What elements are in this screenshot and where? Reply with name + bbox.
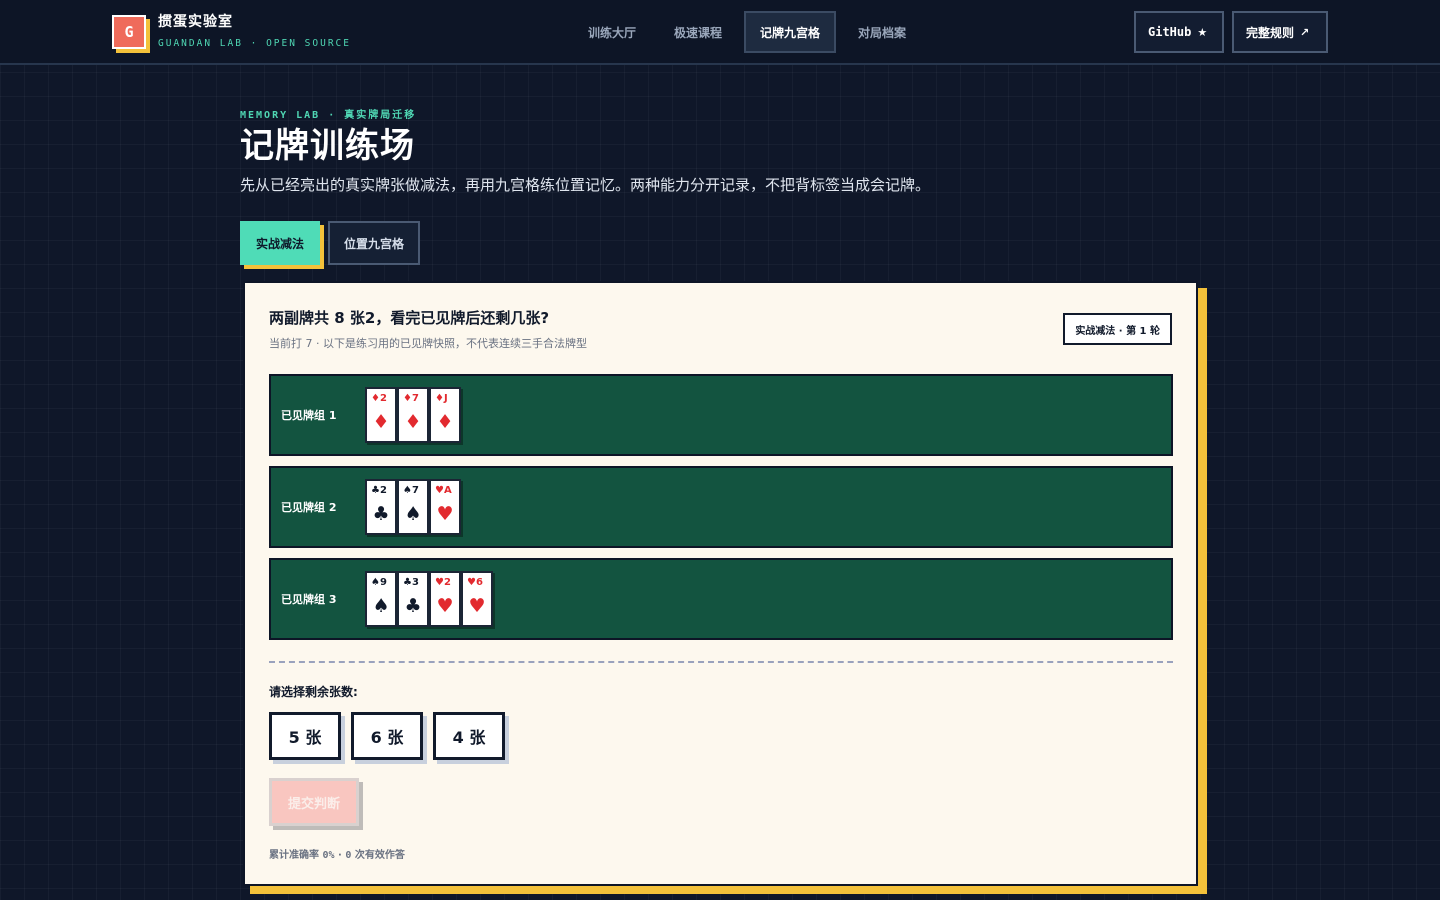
- round-badge: 实战减法 · 第 1 轮: [1063, 313, 1172, 345]
- spade-suit-icon: ♠: [404, 503, 422, 525]
- nav-item-speed-course[interactable]: 极速课程: [658, 11, 738, 53]
- nav-item-memory-grid[interactable]: 记牌九宫格: [744, 11, 837, 53]
- spade-suit-icon: ♠: [372, 595, 390, 617]
- diamond-suit-icon: ♦: [372, 411, 390, 433]
- card-corner: ♠9: [371, 577, 387, 588]
- playing-card: ♣2 ♣: [365, 479, 397, 535]
- brand-subtitle: GUANDAN LAB · OPEN SOURCE: [158, 38, 351, 49]
- playing-card: ♠9 ♠: [365, 571, 397, 627]
- answer-options: 5 张 6 张 4 张: [269, 712, 515, 760]
- club-suit-icon: ♣: [404, 595, 422, 617]
- question-title: 两副牌共 8 张2，看完已见牌后还剩几张?: [269, 309, 550, 327]
- answer-option-button[interactable]: 4 张: [433, 712, 505, 760]
- stats-prefix: 累计准确率: [269, 850, 319, 861]
- nav-item-match-archive[interactable]: 对局档案: [842, 11, 922, 53]
- full-rules-label: 完整规则: [1246, 25, 1295, 40]
- answer-prompt: 请选择剩余张数:: [269, 685, 358, 699]
- card-corner: ♣3: [403, 577, 419, 588]
- accuracy-stats: 累计准确率 0% · 0 次有效作答: [269, 846, 405, 861]
- playing-card: ♥6 ♥: [461, 571, 493, 627]
- question-card: 两副牌共 8 张2，看完已见牌后还剩几张? 当前打 7 · 以下是练习用的已见牌…: [243, 281, 1198, 886]
- card-corner: ♦7: [403, 393, 419, 404]
- card-corner: ♦J: [435, 393, 448, 404]
- seen-card-group-label: 已见牌组 1: [281, 409, 337, 422]
- seen-card-group-label: 已见牌组 3: [281, 593, 337, 606]
- brand-title[interactable]: 掼蛋实验室: [158, 11, 233, 31]
- stats-suffix: 次有效作答: [354, 850, 405, 861]
- playing-card: ♥A ♥: [429, 479, 461, 535]
- submit-button[interactable]: 提交判断: [269, 778, 359, 826]
- full-rules-button[interactable]: 完整规则 ↗: [1232, 11, 1328, 53]
- playing-card: ♥2 ♥: [429, 571, 461, 627]
- playing-card: ♠7 ♠: [397, 479, 429, 535]
- stats-accuracy: 0%: [322, 850, 335, 861]
- seen-card-row: ♠9 ♠ ♣3 ♣ ♥2 ♥ ♥6 ♥: [365, 571, 493, 627]
- seen-card-group-label: 已见牌组 2: [281, 501, 337, 514]
- page-title: 记牌训练场: [240, 126, 415, 166]
- diamond-suit-icon: ♦: [404, 411, 422, 433]
- stats-answered-count: 0: [345, 850, 352, 861]
- stats-separator: ·: [338, 850, 342, 861]
- playing-card: ♦7 ♦: [397, 387, 429, 443]
- card-corner: ♣2: [371, 485, 387, 496]
- top-navigation-bar: G 掼蛋实验室 GUANDAN LAB · OPEN SOURCE 训练大厅 极…: [0, 0, 1440, 65]
- question-hint: 当前打 7 · 以下是练习用的已见牌快照，不代表连续三手合法牌型: [269, 337, 587, 350]
- star-icon: ★: [1197, 25, 1208, 39]
- seen-card-group: 已见牌组 3 ♠9 ♠ ♣3 ♣ ♥2 ♥ ♥6 ♥: [269, 558, 1173, 640]
- seen-card-row: ♣2 ♣ ♠7 ♠ ♥A ♥: [365, 479, 461, 535]
- github-button-label: GitHub: [1148, 25, 1192, 39]
- heart-suit-icon: ♥: [436, 503, 454, 525]
- club-suit-icon: ♣: [372, 503, 390, 525]
- card-corner: ♦2: [371, 393, 387, 404]
- tab-position-grid[interactable]: 位置九宫格: [328, 221, 421, 265]
- seen-card-group: 已见牌组 2 ♣2 ♣ ♠7 ♠ ♥A ♥: [269, 466, 1173, 548]
- card-corner: ♥A: [435, 485, 452, 496]
- card-corner: ♥6: [467, 577, 483, 588]
- main-nav: 训练大厅 极速课程 记牌九宫格 对局档案: [572, 11, 928, 53]
- playing-card: ♣3 ♣: [397, 571, 429, 627]
- mode-tabs: 实战减法 位置九宫格: [240, 221, 428, 265]
- nav-item-training-hall[interactable]: 训练大厅: [572, 11, 652, 53]
- playing-card: ♦2 ♦: [365, 387, 397, 443]
- heart-suit-icon: ♥: [468, 595, 486, 617]
- github-button[interactable]: GitHub ★: [1134, 11, 1224, 53]
- card-corner: ♥2: [435, 577, 451, 588]
- seen-card-row: ♦2 ♦ ♦7 ♦ ♦J ♦: [365, 387, 461, 443]
- seen-card-group: 已见牌组 1 ♦2 ♦ ♦7 ♦ ♦J ♦: [269, 374, 1173, 456]
- card-corner: ♠7: [403, 485, 419, 496]
- divider: [269, 661, 1173, 663]
- page-subtitle: 先从已经亮出的真实牌张做减法，再用九宫格练位置记忆。两种能力分开记录，不把背标签…: [240, 176, 931, 194]
- answer-option-button[interactable]: 5 张: [269, 712, 341, 760]
- playing-card: ♦J ♦: [429, 387, 461, 443]
- answer-option-button[interactable]: 6 张: [351, 712, 423, 760]
- diamond-suit-icon: ♦: [436, 411, 454, 433]
- tab-practical-subtraction[interactable]: 实战减法: [240, 221, 321, 265]
- logo-icon[interactable]: G: [112, 15, 146, 49]
- heart-suit-icon: ♥: [436, 595, 454, 617]
- external-link-icon: ↗: [1300, 25, 1310, 39]
